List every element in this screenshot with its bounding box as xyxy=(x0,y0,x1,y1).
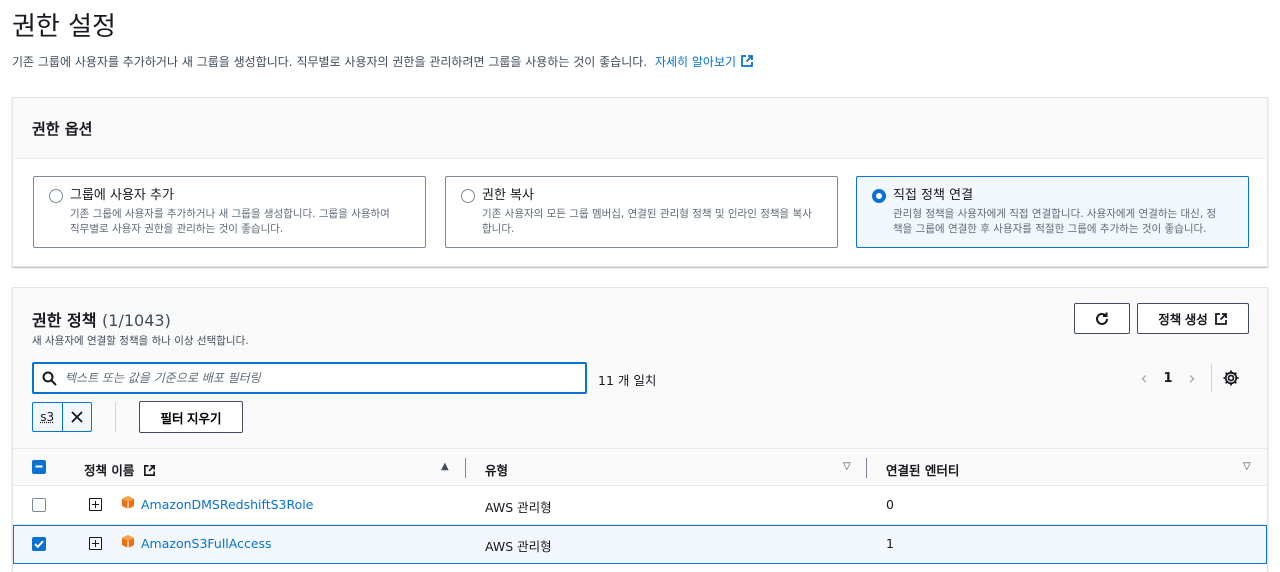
option-description: 관리형 정책을 사용자에게 직접 연결합니다. 사용자에게 연결하는 대신, 정… xyxy=(893,207,1234,237)
permission-policies-panel: 권한 정책 (1/1043) 새 사용자에 연결할 정책을 하나 이상 선택합니… xyxy=(12,287,1268,572)
option-title: 직접 정책 연결 xyxy=(893,187,1234,204)
pagination-divider xyxy=(1211,364,1212,392)
column-resizer[interactable] xyxy=(866,458,867,478)
checkmark-icon xyxy=(33,538,45,550)
refresh-icon xyxy=(1094,311,1110,327)
token-divider xyxy=(115,402,116,432)
select-all-checkbox[interactable] xyxy=(32,460,46,474)
policies-title: 권한 정책 (1/1043) xyxy=(32,307,171,331)
aws-policy-icon xyxy=(120,495,136,511)
page-number[interactable]: 1 xyxy=(1155,371,1181,386)
radio-attach-policies[interactable] xyxy=(872,189,886,203)
attached-entities: 0 xyxy=(886,497,894,512)
row-checkbox[interactable] xyxy=(32,537,46,551)
table-row[interactable]: AmazonDMSRedshiftS3Role AWS 관리형 0 xyxy=(13,486,1267,525)
filter-token-label[interactable]: s3 xyxy=(33,403,63,431)
learn-more-link[interactable]: 자세히 알아보기 xyxy=(655,55,754,69)
external-link-icon xyxy=(1214,312,1228,326)
policy-search-input[interactable] xyxy=(65,371,565,385)
option-copy-permissions[interactable]: 권한 복사 기존 사용자의 모든 그룹 멤버십, 연결된 관리형 정책 및 인라… xyxy=(445,176,838,248)
table-header: 정책 이름 ▲ 유형 ▽ 연결된 엔터티 ▽ xyxy=(13,448,1267,486)
column-resizer[interactable] xyxy=(465,458,466,478)
radio-copy-permissions[interactable] xyxy=(461,189,475,203)
option-title: 그룹에 사용자 추가 xyxy=(70,187,411,204)
page-description: 기존 그룹에 사용자를 추가하거나 새 그룹을 생성합니다. 직무별로 사용자의… xyxy=(12,53,754,70)
column-header-type[interactable]: 유형 xyxy=(485,460,508,479)
search-icon xyxy=(42,371,57,386)
attached-entities: 1 xyxy=(886,536,894,551)
external-link-icon xyxy=(143,464,156,477)
close-icon xyxy=(71,411,83,423)
refresh-button[interactable] xyxy=(1074,303,1130,334)
option-description: 기존 그룹에 사용자를 추가하거나 새 그룹을 생성합니다. 그룹을 사용하여 … xyxy=(70,207,411,237)
gear-icon[interactable] xyxy=(1222,369,1240,387)
clear-filters-button[interactable]: 필터 지우기 xyxy=(139,401,243,433)
page-description-text: 기존 그룹에 사용자를 추가하거나 새 그룹을 생성합니다. 직무별로 사용자의… xyxy=(12,55,647,69)
policies-description: 새 사용자에 연결할 정책을 하나 이상 선택합니다. xyxy=(32,333,249,348)
previous-page-icon[interactable]: ‹ xyxy=(1133,368,1155,389)
policy-search-box[interactable] xyxy=(32,362,587,394)
sort-icon[interactable]: ▽ xyxy=(843,461,851,472)
policy-name-link[interactable]: AmazonDMSRedshiftS3Role xyxy=(141,497,313,512)
column-header-attached-entities[interactable]: 연결된 엔터티 xyxy=(886,460,959,479)
option-title: 권한 복사 xyxy=(482,187,823,204)
expand-icon[interactable] xyxy=(89,537,102,550)
aws-policy-icon xyxy=(120,534,136,550)
sort-icon[interactable]: ▽ xyxy=(1243,461,1251,472)
row-checkbox[interactable] xyxy=(32,498,46,512)
policy-type: AWS 관리형 xyxy=(485,497,552,516)
external-link-icon xyxy=(740,54,754,68)
expand-icon[interactable] xyxy=(89,498,102,511)
option-description: 기존 사용자의 모든 그룹 멤버십, 연결된 관리형 정책 및 인라인 정책을 … xyxy=(482,207,823,237)
match-count: 11 개 일치 xyxy=(598,370,656,389)
indeterminate-icon xyxy=(33,461,45,473)
option-add-to-group[interactable]: 그룹에 사용자 추가 기존 그룹에 사용자를 추가하거나 새 그룹을 생성합니다… xyxy=(33,176,426,248)
column-header-policy-name[interactable]: 정책 이름 xyxy=(84,460,156,479)
remove-token-button[interactable] xyxy=(63,403,92,431)
option-attach-policies[interactable]: 직접 정책 연결 관리형 정책을 사용자에게 직접 연결합니다. 사용자에게 연… xyxy=(856,176,1249,248)
permission-options-title: 권한 옵션 xyxy=(13,98,1267,159)
sort-ascending-icon[interactable]: ▲ xyxy=(441,461,449,472)
policy-name-link[interactable]: AmazonS3FullAccess xyxy=(141,536,272,551)
table-row[interactable]: AmazonS3FullAccess AWS 관리형 1 xyxy=(13,525,1267,564)
page-title: 권한 설정 xyxy=(12,6,116,43)
next-page-icon[interactable]: › xyxy=(1181,368,1203,389)
filter-token: s3 xyxy=(32,402,92,432)
create-policy-button[interactable]: 정책 생성 xyxy=(1137,303,1249,334)
permission-options-panel: 권한 옵션 그룹에 사용자 추가 기존 그룹에 사용자를 추가하거나 새 그룹을… xyxy=(12,97,1268,267)
radio-add-to-group[interactable] xyxy=(49,189,63,203)
policies-count: (1/1043) xyxy=(102,311,171,330)
policy-type: AWS 관리형 xyxy=(485,536,552,555)
permission-options-group: 그룹에 사용자 추가 기존 그룹에 사용자를 추가하거나 새 그룹을 생성합니다… xyxy=(33,176,1247,248)
pagination: ‹ 1 › xyxy=(1133,366,1240,390)
